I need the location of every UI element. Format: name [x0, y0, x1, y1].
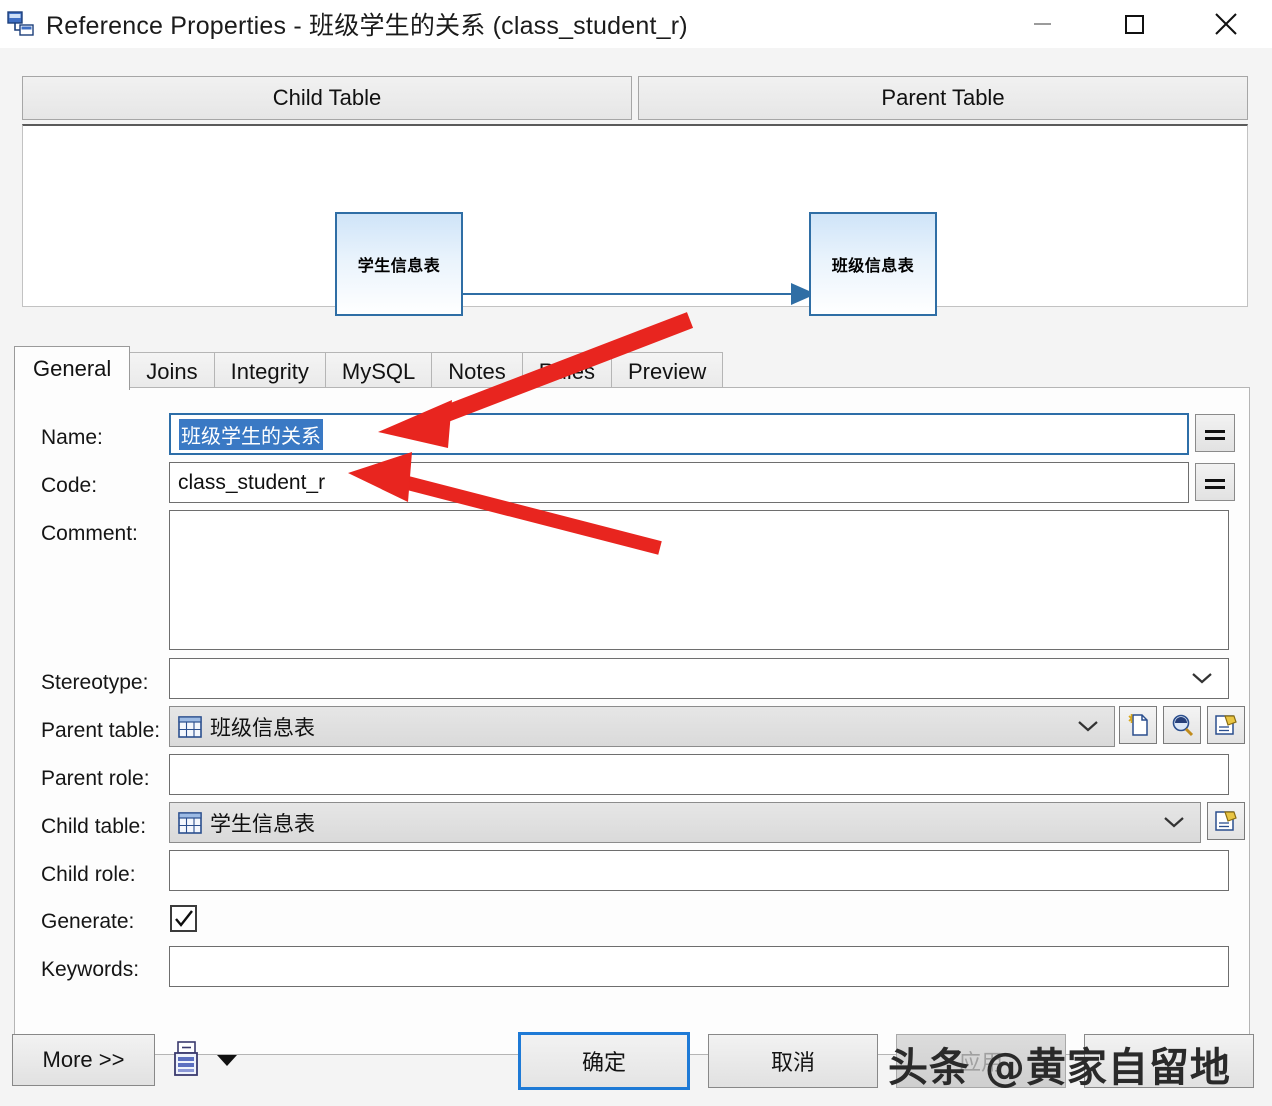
parent-table-label: Parent table:	[41, 719, 160, 743]
stereotype-combobox[interactable]	[169, 658, 1229, 699]
keywords-input[interactable]	[169, 946, 1229, 987]
tab-joins[interactable]: Joins	[129, 352, 214, 390]
child-table-combobox[interactable]: 学生信息表	[169, 802, 1201, 843]
table-header-row: Child Table Parent Table	[22, 76, 1248, 120]
stereotype-label: Stereotype:	[41, 671, 148, 695]
generate-checkbox[interactable]	[170, 905, 197, 932]
general-tab-page: Name: 班级学生的关系 Code: class_student_r Comm…	[14, 387, 1250, 1055]
child-entity-box[interactable]: 学生信息表	[335, 212, 463, 316]
child-table-label: Child table:	[41, 815, 146, 839]
ok-button[interactable]: 确定	[518, 1032, 690, 1090]
properties-icon[interactable]	[1207, 706, 1245, 744]
child-role-label: Child role:	[41, 863, 136, 887]
new-document-icon[interactable]	[1119, 706, 1157, 744]
code-input[interactable]: class_student_r	[169, 462, 1189, 503]
watermark: 头条 @黄家自留地	[888, 1035, 1231, 1093]
dialog-body: Child Table Parent Table 学生信息表 班级信息表 Gen…	[0, 48, 1272, 1106]
name-input-value: 班级学生的关系	[179, 419, 323, 450]
name-label: Name:	[41, 426, 103, 450]
report-list-icon[interactable]	[172, 1040, 208, 1080]
child-table-header-button[interactable]: Child Table	[22, 76, 632, 120]
comment-label: Comment:	[41, 522, 138, 546]
maximize-icon[interactable]	[1088, 0, 1180, 48]
parent-role-label: Parent role:	[41, 767, 150, 791]
relationship-line	[463, 293, 815, 295]
preview-magnifier-icon[interactable]	[1163, 706, 1201, 744]
child-properties-icon[interactable]	[1207, 802, 1245, 840]
tab-mysql[interactable]: MySQL	[325, 352, 432, 390]
tab-rules[interactable]: Rules	[522, 352, 612, 390]
parent-entity-label: 班级信息表	[832, 252, 915, 276]
cancel-button[interactable]: 取消	[708, 1034, 878, 1088]
table-icon	[178, 812, 202, 834]
cancel-button-label: 取消	[771, 1045, 815, 1077]
table-icon	[178, 716, 202, 738]
chevron-down-icon[interactable]	[1076, 715, 1100, 739]
code-equals-button[interactable]	[1195, 463, 1235, 501]
code-input-value: class_student_r	[178, 471, 325, 495]
parent-table-combobox[interactable]: 班级信息表	[169, 706, 1115, 747]
title-bar: Reference Properties - 班级学生的关系 (class_st…	[0, 0, 1272, 48]
child-role-input[interactable]	[169, 850, 1229, 891]
more-button[interactable]: More >>	[12, 1034, 155, 1086]
code-label: Code:	[41, 474, 97, 498]
child-table-value: 学生信息表	[210, 808, 315, 838]
parent-entity-box[interactable]: 班级信息表	[809, 212, 937, 316]
parent-table-value: 班级信息表	[210, 712, 315, 742]
child-entity-label: 学生信息表	[358, 252, 441, 276]
tab-integrity[interactable]: Integrity	[214, 352, 326, 390]
comment-textarea[interactable]	[169, 510, 1229, 650]
keywords-label: Keywords:	[41, 958, 139, 982]
relationship-diagram: 学生信息表 班级信息表	[22, 124, 1248, 307]
window-controls	[996, 0, 1272, 48]
name-input[interactable]: 班级学生的关系	[169, 413, 1189, 455]
name-equals-button[interactable]	[1195, 414, 1235, 452]
tab-strip: General Joins Integrity MySQL Notes Rule…	[14, 348, 722, 390]
window-title: Reference Properties - 班级学生的关系 (class_st…	[46, 6, 688, 42]
close-icon[interactable]	[1180, 0, 1272, 48]
reference-properties-dialog: Reference Properties - 班级学生的关系 (class_st…	[0, 0, 1272, 1106]
generate-label: Generate:	[41, 910, 134, 934]
tab-general[interactable]: General	[14, 346, 130, 390]
report-dropdown-arrow-icon[interactable]	[216, 1053, 238, 1072]
parent-table-header-button[interactable]: Parent Table	[638, 76, 1248, 120]
chevron-down-icon[interactable]	[1162, 811, 1186, 835]
chevron-down-icon[interactable]	[1190, 667, 1214, 691]
minimize-icon[interactable]	[996, 0, 1088, 48]
tab-notes[interactable]: Notes	[431, 352, 522, 390]
tab-preview[interactable]: Preview	[611, 352, 723, 390]
ok-button-label: 确定	[582, 1045, 626, 1077]
reference-icon	[6, 9, 36, 39]
parent-role-input[interactable]	[169, 754, 1229, 795]
